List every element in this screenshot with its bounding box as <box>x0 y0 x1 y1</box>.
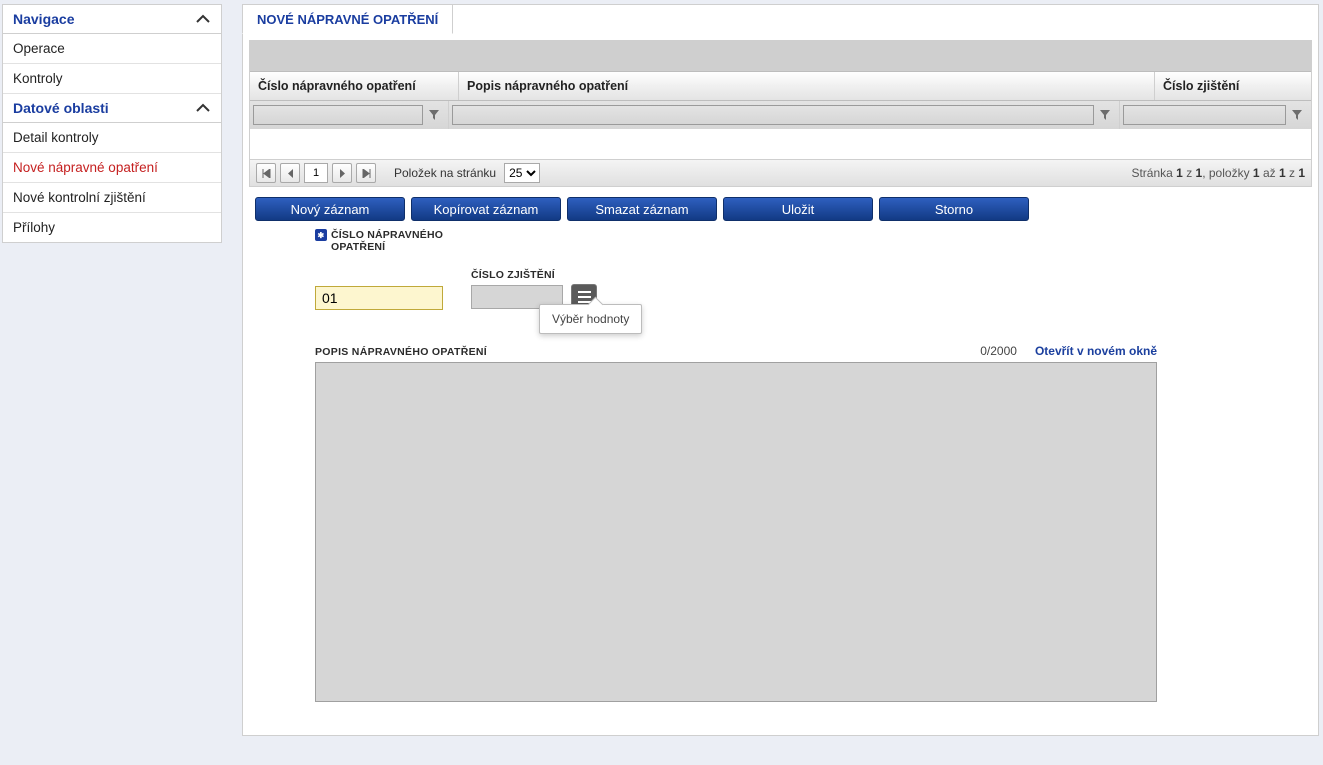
label-popis: POPIS NÁPRAVNÉHO OPATŘENÍ <box>315 346 487 358</box>
chevron-up-icon <box>195 100 211 116</box>
cislo-opatreni-input[interactable] <box>315 286 443 310</box>
sidebar-item-prilohy[interactable]: Přílohy <box>3 213 221 242</box>
sidebar-item-kontroly[interactable]: Kontroly <box>3 64 221 94</box>
pager-prev[interactable] <box>280 163 300 183</box>
filter-icon[interactable] <box>1094 104 1116 126</box>
delete-record-button[interactable]: Smazat záznam <box>567 197 717 221</box>
label-cislo-opatreni: ✱ ČÍSLO NÁPRAVNÉHOOPATŘENÍ <box>315 229 1306 253</box>
copy-record-button[interactable]: Kopírovat záznam <box>411 197 561 221</box>
label-cislo-zjisteni: ČÍSLO ZJIŠTĚNÍ <box>471 269 597 281</box>
sidebar-section-label: Datové oblasti <box>13 100 109 116</box>
sidebar-section-datove[interactable]: Datové oblasti <box>3 94 221 123</box>
popis-counter: 0/2000 <box>980 344 1017 358</box>
grid-toolbar <box>250 41 1311 72</box>
pager-first[interactable] <box>256 163 276 183</box>
grid-header: Číslo nápravného opatření Popis nápravné… <box>250 72 1311 101</box>
main-panel: NOVÉ NÁPRAVNÉ OPATŘENÍ Číslo nápravného … <box>242 4 1319 736</box>
filter-input-c[interactable] <box>1123 105 1286 125</box>
sidebar-section-label: Navigace <box>13 11 74 27</box>
sidebar-item-nove-zjisteni[interactable]: Nové kontrolní zjištění <box>3 183 221 213</box>
chevron-up-icon <box>195 11 211 27</box>
pager-next[interactable] <box>332 163 352 183</box>
new-record-button[interactable]: Nový záznam <box>255 197 405 221</box>
open-new-window-link[interactable]: Otevřít v novém okně <box>1035 344 1157 358</box>
sidebar-section-navigace[interactable]: Navigace <box>3 5 221 34</box>
action-bar: Nový záznam Kopírovat záznam Smazat zázn… <box>255 197 1306 221</box>
sidebar-item-detail-kontroly[interactable]: Detail kontroly <box>3 123 221 153</box>
column-header-cislo-zjisteni[interactable]: Číslo zjištění <box>1155 72 1311 100</box>
filter-input-b[interactable] <box>452 105 1094 125</box>
per-page-label: Položek na stránku <box>394 166 496 180</box>
pager-last[interactable] <box>356 163 376 183</box>
required-icon: ✱ <box>315 229 327 241</box>
sidebar: Navigace Operace Kontroly Datové oblasti… <box>2 4 222 243</box>
column-header-popis[interactable]: Popis nápravného opatření <box>459 72 1155 100</box>
tab-nove-napravne[interactable]: NOVÉ NÁPRAVNÉ OPATŘENÍ <box>242 4 453 34</box>
filter-input-a[interactable] <box>253 105 423 125</box>
column-header-cislo-opatreni[interactable]: Číslo nápravného opatření <box>250 72 459 100</box>
filter-icon[interactable] <box>1286 104 1308 126</box>
pager: Položek na stránku 25 Stránka 1 z 1, pol… <box>250 159 1311 186</box>
per-page-select[interactable]: 25 <box>504 163 540 183</box>
pager-page-input[interactable] <box>304 163 328 183</box>
cancel-button[interactable]: Storno <box>879 197 1029 221</box>
grid-filter-row <box>250 101 1311 129</box>
sidebar-item-nove-napravne[interactable]: Nové nápravné opatření <box>3 153 221 183</box>
grid: Číslo nápravného opatření Popis nápravné… <box>249 40 1312 187</box>
filter-icon[interactable] <box>423 104 445 126</box>
tooltip-vyber-hodnoty: Výběr hodnoty <box>539 304 642 334</box>
sidebar-item-operace[interactable]: Operace <box>3 34 221 64</box>
pager-summary: Stránka 1 z 1, položky 1 až 1 z 1 <box>1131 166 1305 180</box>
popis-textarea[interactable] <box>315 362 1157 702</box>
grid-body <box>250 129 1311 159</box>
save-button[interactable]: Uložit <box>723 197 873 221</box>
